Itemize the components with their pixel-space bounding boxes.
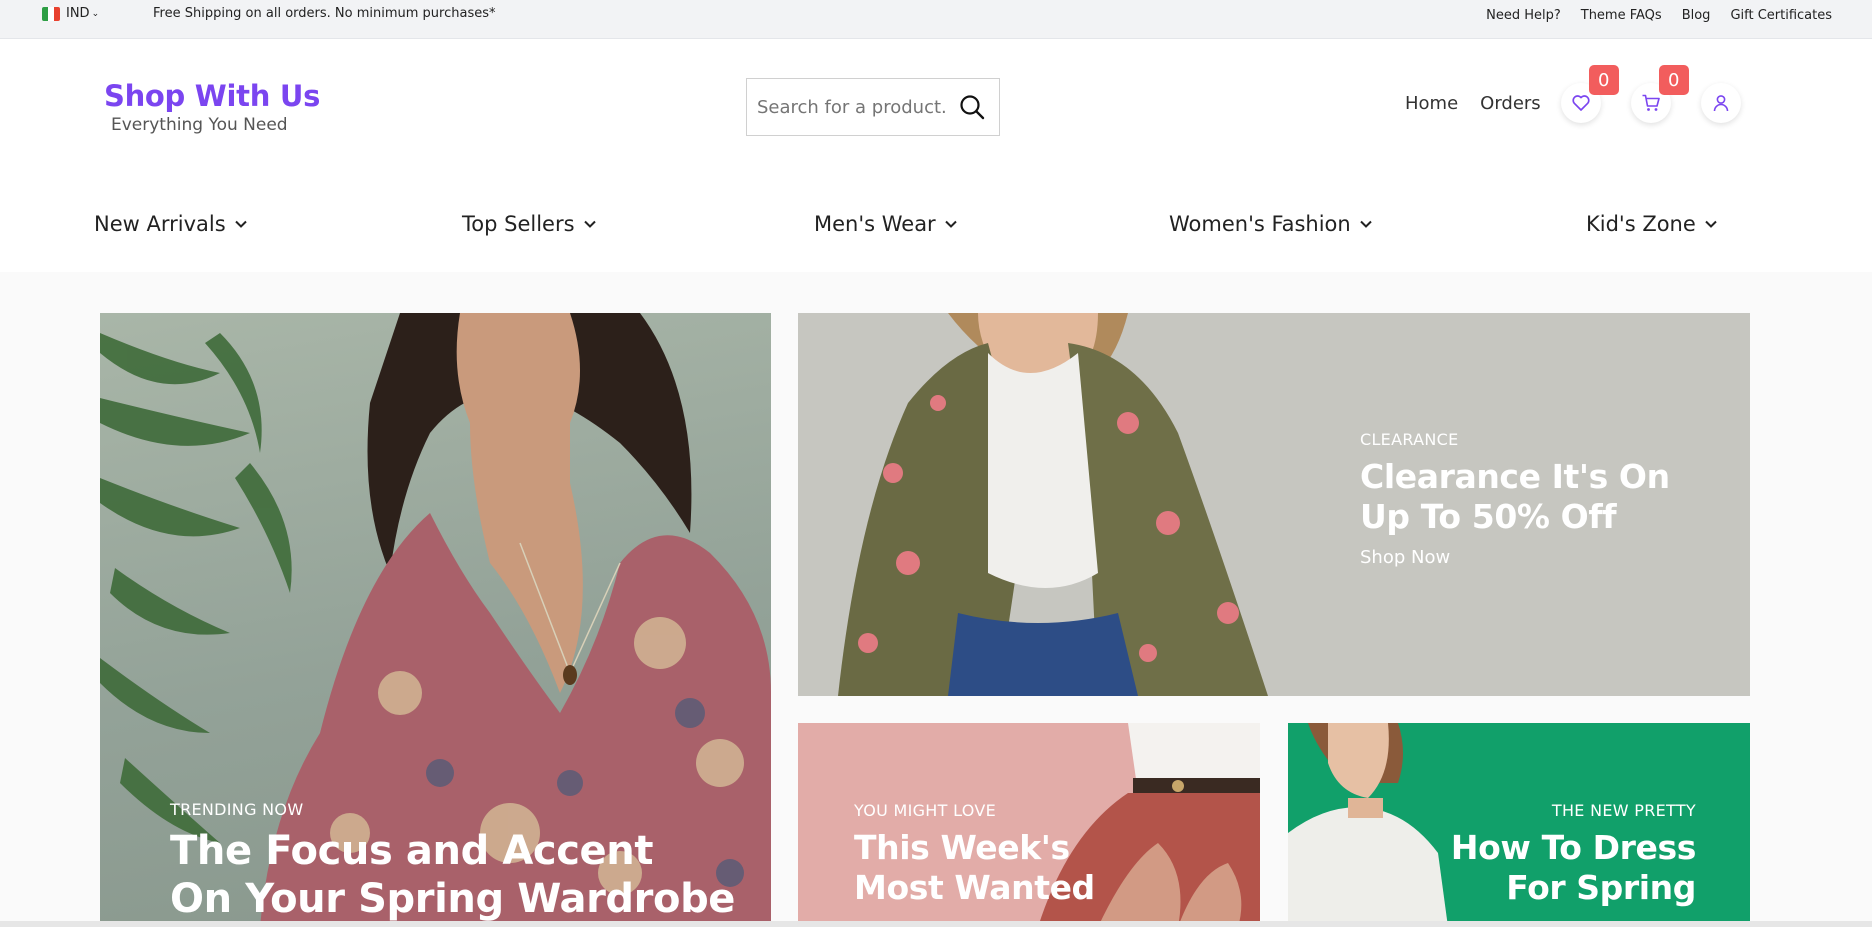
promo-text: Free Shipping on all orders. No minimum … bbox=[153, 6, 496, 21]
dress-for-spring-text: THE NEW PRETTY How To Dress For Spring bbox=[1451, 801, 1696, 908]
logo-title: Shop With Us bbox=[104, 79, 321, 113]
india-flag-icon bbox=[42, 6, 60, 21]
clearance-headline-line1: Clearance It's On bbox=[1360, 457, 1670, 496]
search-input[interactable] bbox=[747, 96, 947, 118]
cart-button[interactable]: 0 bbox=[1630, 65, 1689, 123]
user-icon bbox=[1713, 95, 1728, 112]
utility-links: Need Help? Theme FAQs Blog Gift Certific… bbox=[1486, 8, 1832, 23]
nav-womens-fashion[interactable]: Women's Fashion bbox=[1169, 212, 1372, 236]
currency-label: IND bbox=[66, 6, 90, 21]
clearance-text: CLEARANCE Clearance It's On Up To 50% Of… bbox=[1360, 430, 1670, 568]
trending-headline-line1: The Focus and Accent bbox=[170, 828, 654, 874]
cart-count-badge: 0 bbox=[1658, 65, 1689, 95]
orders-link[interactable]: Orders bbox=[1480, 93, 1541, 114]
blog-link[interactable]: Blog bbox=[1682, 8, 1711, 23]
dress-for-spring-headline-line1: How To Dress bbox=[1450, 828, 1696, 867]
need-help-link[interactable]: Need Help? bbox=[1486, 8, 1561, 23]
nav-label: Women's Fashion bbox=[1169, 212, 1351, 236]
nav-mens-wear[interactable]: Men's Wear bbox=[814, 212, 957, 236]
shop-now-link[interactable]: Shop Now bbox=[1360, 547, 1670, 568]
cart-icon bbox=[1642, 94, 1660, 111]
chevron-down-icon bbox=[944, 220, 957, 228]
clearance-kicker: CLEARANCE bbox=[1360, 430, 1459, 449]
site-logo[interactable]: Shop With Us Everything You Need bbox=[104, 79, 320, 135]
wishlist-count-badge: 0 bbox=[1588, 65, 1619, 95]
chevron-down-icon bbox=[583, 220, 596, 228]
clearance-headline-line2: Up To 50% Off bbox=[1360, 497, 1617, 536]
trending-banner[interactable]: TRENDING NOW The Focus and Accent On You… bbox=[100, 313, 771, 927]
wishlist-button[interactable]: 0 bbox=[1560, 65, 1619, 123]
home-link[interactable]: Home bbox=[1405, 93, 1458, 114]
most-wanted-headline-line1: This Week's bbox=[854, 828, 1070, 867]
most-wanted-banner[interactable]: YOU MIGHT LOVE This Week's Most Wanted bbox=[798, 723, 1260, 927]
chevron-down-icon bbox=[1705, 220, 1717, 228]
heart-icon bbox=[1572, 95, 1590, 111]
search-button[interactable] bbox=[947, 79, 997, 135]
chevron-down-icon: ⌄ bbox=[91, 8, 100, 19]
horizontal-scrollbar[interactable] bbox=[0, 921, 1872, 927]
nav-kids-zone[interactable]: Kid's Zone bbox=[1586, 212, 1717, 236]
theme-faqs-link[interactable]: Theme FAQs bbox=[1581, 8, 1662, 23]
nav-label: Top Sellers bbox=[462, 212, 575, 236]
trending-text: TRENDING NOW The Focus and Accent On You… bbox=[170, 800, 735, 923]
nav-label: Men's Wear bbox=[814, 212, 936, 236]
most-wanted-text: YOU MIGHT LOVE This Week's Most Wanted bbox=[854, 801, 1095, 908]
dress-for-spring-headline-line2: For Spring bbox=[1506, 868, 1696, 907]
nav-top-sellers[interactable]: Top Sellers bbox=[462, 212, 596, 236]
most-wanted-headline-line2: Most Wanted bbox=[854, 868, 1095, 907]
search-box bbox=[746, 78, 1000, 136]
nav-new-arrivals[interactable]: New Arrivals bbox=[94, 212, 247, 236]
chevron-down-icon bbox=[1360, 220, 1372, 228]
header-nav: Home Orders 0 0 bbox=[1405, 65, 1771, 123]
gift-certificates-link[interactable]: Gift Certificates bbox=[1730, 8, 1832, 23]
account-button[interactable] bbox=[1700, 83, 1741, 123]
dress-for-spring-banner[interactable]: THE NEW PRETTY How To Dress For Spring bbox=[1288, 723, 1750, 927]
currency-selector[interactable]: IND ⌄ bbox=[42, 6, 99, 21]
chevron-down-icon bbox=[234, 220, 247, 228]
clearance-banner[interactable]: CLEARANCE Clearance It's On Up To 50% Of… bbox=[798, 313, 1750, 696]
site-header: Shop With Us Everything You Need Home Or… bbox=[0, 39, 1872, 272]
most-wanted-kicker: YOU MIGHT LOVE bbox=[854, 801, 997, 820]
nav-label: New Arrivals bbox=[94, 212, 226, 236]
trending-headline-line2: On Your Spring Wardrobe bbox=[170, 876, 736, 922]
search-icon bbox=[960, 95, 985, 120]
top-strip: IND ⌄ Free Shipping on all orders. No mi… bbox=[0, 0, 1872, 39]
logo-tagline: Everything You Need bbox=[111, 115, 288, 135]
trending-kicker: TRENDING NOW bbox=[170, 800, 304, 819]
dress-for-spring-kicker: THE NEW PRETTY bbox=[1551, 801, 1696, 820]
nav-label: Kid's Zone bbox=[1586, 212, 1696, 236]
